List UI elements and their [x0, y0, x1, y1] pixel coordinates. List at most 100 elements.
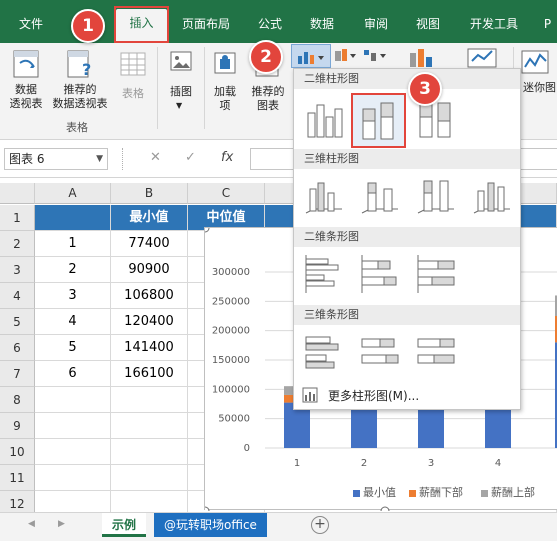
select-all-corner[interactable] — [0, 183, 35, 204]
empty-cell[interactable] — [35, 465, 111, 491]
table-cell[interactable]: 120400 — [111, 309, 188, 335]
empty-cell[interactable] — [111, 439, 188, 465]
chart-resize-handle[interactable] — [380, 506, 390, 511]
illustrations-button[interactable]: 插图 ▼ — [162, 47, 200, 117]
row-header[interactable]: 7 — [0, 361, 35, 387]
3d-percent-stacked-column-icon[interactable] — [414, 177, 458, 219]
x-tick-label: 1 — [294, 458, 300, 469]
pivot-table-icon — [13, 50, 39, 78]
tab-view[interactable]: 视图 — [406, 10, 450, 43]
legend-item[interactable]: 最小值 — [353, 484, 396, 500]
recommended-pivot-label-1: 推荐的 — [63, 83, 97, 96]
chevron-down-icon[interactable]: ▼ — [96, 149, 103, 169]
stacked-column-option[interactable] — [351, 93, 406, 148]
percent-stacked-bar-icon[interactable] — [414, 253, 458, 295]
sheet-tab-example[interactable]: 示例 — [102, 513, 147, 537]
table-cell[interactable]: 1 — [35, 231, 111, 257]
map-chart-icon[interactable] — [466, 47, 500, 69]
tab-review[interactable]: 审阅 — [354, 10, 398, 43]
stacked-column-icon — [362, 102, 394, 140]
stacked-bar-icon[interactable] — [358, 253, 402, 295]
line-chart-icon[interactable] — [333, 47, 359, 65]
table-cell[interactable]: 4 — [35, 309, 111, 335]
empty-cell[interactable] — [35, 491, 111, 512]
3d-stacked-column-icon[interactable] — [358, 177, 402, 219]
row-header[interactable]: 11 — [0, 465, 35, 491]
row-header[interactable]: 9 — [0, 413, 35, 439]
table-cell[interactable]: 166100 — [111, 361, 188, 387]
confirm-icon[interactable]: ✓ — [185, 150, 196, 165]
row-header[interactable]: 4 — [0, 283, 35, 309]
legend-item[interactable]: 薪酬下部 — [409, 484, 463, 500]
table-cell[interactable]: 90900 — [111, 257, 188, 283]
combo-chart-icon[interactable] — [408, 47, 444, 69]
table-cell[interactable]: 3 — [35, 283, 111, 309]
illustrations-chevron-down-icon: ▼ — [176, 101, 183, 110]
table-cell[interactable]: 77400 — [111, 231, 188, 257]
table-header-cell[interactable] — [35, 205, 111, 231]
legend-item[interactable]: 薪酬上部 — [481, 484, 535, 500]
table-cell[interactable]: 6 — [35, 361, 111, 387]
column-chart-dropdown-button[interactable] — [291, 44, 331, 68]
tab-more[interactable]: P — [538, 10, 557, 43]
addins-button[interactable]: 加载 项 — [206, 47, 244, 117]
row-header[interactable]: 1 — [0, 205, 35, 231]
pivot-table-button[interactable]: 数据 透视表 — [4, 47, 48, 117]
empty-cell[interactable] — [111, 387, 188, 413]
clustered-column-icon[interactable] — [302, 99, 346, 141]
tab-developer[interactable]: 开发工具 — [460, 10, 528, 43]
column-header-a[interactable]: A — [35, 183, 111, 204]
empty-cell[interactable] — [111, 465, 188, 491]
row-header[interactable]: 8 — [0, 387, 35, 413]
clustered-bar-icon[interactable] — [302, 253, 346, 295]
sheet-nav-prev-icon[interactable]: ◀ — [28, 519, 35, 529]
cancel-icon[interactable]: ✕ — [150, 150, 161, 165]
3d-clustered-column-icon[interactable] — [302, 177, 346, 219]
sparkline-label[interactable]: 迷你图 — [522, 81, 557, 94]
row-header[interactable]: 12 — [0, 491, 35, 512]
empty-cell[interactable] — [35, 387, 111, 413]
pivot-table-label-2: 透视表 — [9, 97, 43, 110]
row-header[interactable]: 3 — [0, 257, 35, 283]
more-column-charts-option[interactable]: 更多柱形图(M)... — [294, 383, 520, 407]
tab-data[interactable]: 数据 — [300, 10, 344, 43]
step-badge-1: 1 — [71, 9, 105, 43]
tab-page-layout[interactable]: 页面布局 — [172, 10, 240, 43]
tab-formulas[interactable]: 公式 — [248, 10, 292, 43]
column-header-b[interactable]: B — [111, 183, 188, 204]
empty-cell[interactable] — [111, 491, 188, 512]
table-cell[interactable]: 2 — [35, 257, 111, 283]
empty-cell[interactable] — [111, 413, 188, 439]
sparkline-icon[interactable] — [520, 49, 550, 75]
empty-cell[interactable] — [35, 413, 111, 439]
sheet-tab-office[interactable]: @玩转职场office — [154, 513, 267, 537]
function-icon[interactable]: fx — [221, 150, 233, 165]
hierarchy-chart-icon[interactable] — [362, 47, 390, 65]
table-header-cell[interactable]: 最小值 — [111, 205, 188, 231]
insert-tab-highlight — [114, 6, 169, 43]
table-cell[interactable]: 106800 — [111, 283, 188, 309]
column-header-c[interactable]: C — [188, 183, 265, 204]
sheet-nav-next-icon[interactable]: ▶ — [58, 519, 65, 529]
recommended-pivot-icon: ? — [67, 50, 91, 79]
table-cell[interactable]: 141400 — [111, 335, 188, 361]
row-header[interactable]: 10 — [0, 439, 35, 465]
row-header[interactable]: 2 — [0, 231, 35, 257]
3d-clustered-bar-icon[interactable] — [302, 331, 346, 373]
recommended-pivot-button[interactable]: ? 推荐的 数据透视表 — [48, 47, 112, 117]
chart-resize-handle[interactable] — [205, 506, 210, 511]
addins-label-2: 项 — [219, 99, 231, 112]
formula-bar-divider — [122, 148, 124, 170]
3d-percent-stacked-bar-icon[interactable] — [414, 331, 458, 373]
table-cell[interactable]: 5 — [35, 335, 111, 361]
chart-resize-handle[interactable] — [205, 228, 210, 233]
row-header[interactable]: 5 — [0, 309, 35, 335]
tab-file[interactable]: 文件 — [10, 10, 52, 43]
3d-column-icon[interactable] — [470, 177, 514, 219]
add-sheet-button[interactable]: + — [311, 516, 329, 534]
3d-stacked-bar-icon[interactable] — [358, 331, 402, 373]
empty-cell[interactable] — [35, 439, 111, 465]
row-header[interactable]: 6 — [0, 335, 35, 361]
table-button[interactable]: 表格 — [114, 47, 152, 117]
name-box[interactable]: 图表 6 ▼ — [4, 148, 108, 170]
